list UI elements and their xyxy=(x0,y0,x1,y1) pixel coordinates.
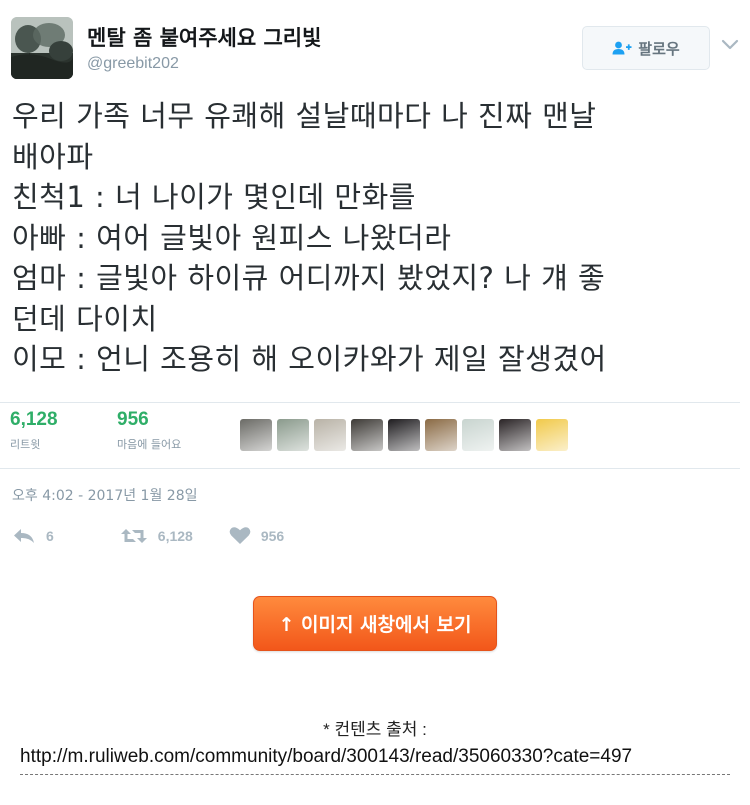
author-handle[interactable]: @greebit202 xyxy=(87,55,179,73)
heart-icon xyxy=(229,527,251,544)
like-count: 956 xyxy=(117,409,149,430)
liker-avatar-6[interactable] xyxy=(425,419,457,451)
tweet-text-line: 이모 : 언니 조용히 해 오이카와가 제일 잘생겼어 xyxy=(12,342,607,376)
tweet-text-line: 친척1 : 너 나이가 몇인데 만화를 xyxy=(12,180,416,214)
source-label: * 컨텐츠 출처 : xyxy=(323,720,427,739)
tweet-text-line: 던데 다이치 xyxy=(12,301,158,336)
follow-user-icon xyxy=(612,41,632,55)
liker-avatar-1[interactable] xyxy=(240,419,272,451)
retweet-button[interactable]: 6,128 xyxy=(120,527,193,545)
like-button[interactable]: 956 xyxy=(229,526,284,545)
like-stat[interactable]: 956 마음에 들어요 xyxy=(117,409,181,452)
author-display-name[interactable]: 멘탈 좀 붙여주세요 그리빛 xyxy=(87,22,321,52)
retweet-count: 6,128 xyxy=(10,409,58,430)
liker-avatar-8[interactable] xyxy=(499,419,531,451)
like-action-count: 956 xyxy=(260,527,285,544)
liker-avatar-9[interactable] xyxy=(536,419,568,451)
tweet-text-line: 배아파 xyxy=(12,139,94,174)
tweet-timestamp[interactable]: 오후 4:02 - 2017년 1월 28일 xyxy=(12,485,198,505)
follow-button[interactable]: 팔로우 xyxy=(582,26,710,70)
follow-button-label: 팔로우 xyxy=(638,39,680,58)
reply-icon xyxy=(14,528,34,543)
reply-count: 6 xyxy=(46,527,54,544)
liker-avatar-4[interactable] xyxy=(351,419,383,451)
chevron-down-icon[interactable] xyxy=(720,38,740,52)
tree-silhouette-icon xyxy=(11,17,73,79)
view-image-new-window-button[interactable]: ↑ 이미지 새창에서 보기 xyxy=(253,596,497,651)
divider xyxy=(0,468,740,469)
reply-button[interactable]: 6 xyxy=(12,527,54,545)
retweet-icon xyxy=(120,528,147,543)
liker-avatar-7[interactable] xyxy=(462,419,494,451)
source-link[interactable]: http://m.ruliweb.com/community/board/300… xyxy=(20,746,730,775)
liker-avatar-2[interactable] xyxy=(277,419,309,451)
like-label: 마음에 들어요 xyxy=(117,438,182,451)
liker-avatar-5[interactable] xyxy=(388,419,420,451)
liker-avatar-list xyxy=(240,419,568,451)
retweet-stat[interactable]: 6,128 리트윗 xyxy=(10,409,58,452)
retweet-action-count: 6,128 xyxy=(157,527,193,544)
tweet-text-line: 아빠 : 여어 글빛아 원피스 나왔더라 xyxy=(12,220,452,255)
tweet-actions: 6 6,128 956 xyxy=(12,526,320,545)
author-avatar[interactable] xyxy=(11,17,73,79)
liker-avatar-3[interactable] xyxy=(314,419,346,451)
tweet-text-line: 우리 가족 너무 유쾌해 설날때마다 나 진짜 맨날 xyxy=(12,99,597,133)
divider xyxy=(0,402,740,403)
retweet-label: 리트윗 xyxy=(10,438,41,451)
tweet-text-line: 엄마 : 글빛아 하이큐 어디까지 봤었지? 나 걔 좋 xyxy=(12,261,606,295)
tweet-text: 우리 가족 너무 유쾌해 설날때마다 나 진짜 맨날 배아파 친척1 : 너 나… xyxy=(12,96,746,380)
tweet-card: 멘탈 좀 붙여주세요 그리빛 @greebit202 팔로우 우리 가족 너무 … xyxy=(0,0,750,575)
